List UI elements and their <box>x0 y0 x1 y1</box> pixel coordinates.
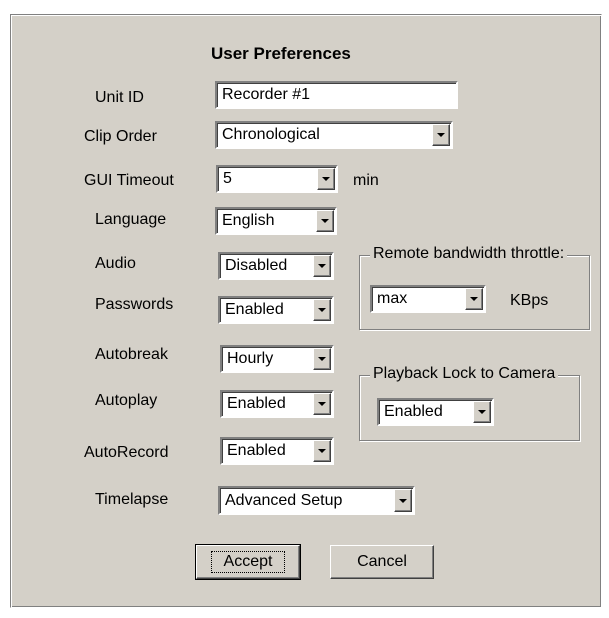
bandwidth-value: max <box>377 290 408 307</box>
accept-button[interactable]: Accept <box>195 544 301 580</box>
autobreak-dropdown-button[interactable] <box>313 348 331 370</box>
cancel-button[interactable]: Cancel <box>330 545 434 579</box>
autoplay-select[interactable]: Enabled <box>219 389 335 419</box>
audio-value: Disabled <box>225 257 288 274</box>
dialog-title: User Preferences <box>211 44 351 63</box>
chevron-down-icon <box>318 357 326 361</box>
playback-lock-value: Enabled <box>384 403 443 420</box>
timelapse-value: Advanced Setup <box>225 491 343 509</box>
unit-id-input[interactable]: Recorder #1 <box>214 80 459 110</box>
passwords-dropdown-button[interactable] <box>313 299 331 321</box>
clip-order-value: Chronological <box>222 126 320 143</box>
autoplay-dropdown-button[interactable] <box>313 393 331 415</box>
audio-select[interactable]: Disabled <box>217 251 335 281</box>
gui-timeout-select[interactable]: 5 <box>215 164 339 194</box>
playback-lock-select[interactable]: Enabled <box>376 397 495 427</box>
autoplay-value: Enabled <box>227 395 286 412</box>
chevron-down-icon <box>318 402 326 406</box>
language-value: English <box>222 212 275 229</box>
timelapse-label: Timelapse <box>95 491 169 508</box>
language-select[interactable]: English <box>214 206 338 236</box>
accept-button-label: Accept <box>210 551 286 573</box>
gui-timeout-dropdown-button[interactable] <box>317 168 335 190</box>
chevron-down-icon <box>318 308 326 312</box>
timelapse-dropdown-button[interactable] <box>394 489 412 512</box>
autorecord-value: Enabled <box>227 442 286 459</box>
clip-order-label: Clip Order <box>84 128 157 145</box>
gui-timeout-label: GUI Timeout <box>84 172 174 189</box>
chevron-down-icon <box>322 177 330 181</box>
autoplay-label: Autoplay <box>95 392 158 409</box>
language-label: Language <box>95 211 167 228</box>
passwords-select[interactable]: Enabled <box>217 295 335 325</box>
unit-id-label: Unit ID <box>95 89 144 106</box>
passwords-label: Passwords <box>95 296 174 313</box>
chevron-down-icon <box>470 297 478 301</box>
bandwidth-select[interactable]: max <box>369 284 487 314</box>
chevron-down-icon <box>478 410 486 414</box>
playback-lock-dropdown-button[interactable] <box>473 401 491 423</box>
playback-lock-group-label: Playback Lock to Camera <box>370 365 559 383</box>
bandwidth-group-label: Remote bandwidth throttle: <box>370 245 568 263</box>
autobreak-select[interactable]: Hourly <box>219 344 335 374</box>
autorecord-dropdown-button[interactable] <box>313 440 331 462</box>
cancel-button-label: Cancel <box>357 553 407 570</box>
audio-dropdown-button[interactable] <box>313 255 331 277</box>
bandwidth-dropdown-button[interactable] <box>465 288 483 310</box>
unit-id-value: Recorder #1 <box>222 86 311 103</box>
autorecord-select[interactable]: Enabled <box>219 436 335 466</box>
audio-label: Audio <box>95 255 136 272</box>
chevron-down-icon <box>399 498 407 503</box>
gui-timeout-value: 5 <box>223 170 232 187</box>
clip-order-dropdown-button[interactable] <box>432 124 450 146</box>
chevron-down-icon <box>437 133 445 137</box>
clip-order-select[interactable]: Chronological <box>214 120 454 150</box>
gui-timeout-unit: min <box>353 172 379 189</box>
language-dropdown-button[interactable] <box>316 210 334 232</box>
autobreak-value: Hourly <box>227 350 274 367</box>
chevron-down-icon <box>318 449 326 453</box>
autorecord-label: AutoRecord <box>84 444 169 461</box>
chevron-down-icon <box>318 264 326 268</box>
chevron-down-icon <box>321 219 329 223</box>
bandwidth-unit: KBps <box>510 292 549 309</box>
autobreak-label: Autobreak <box>95 346 168 363</box>
timelapse-select[interactable]: Advanced Setup <box>217 485 416 516</box>
passwords-value: Enabled <box>225 301 284 318</box>
